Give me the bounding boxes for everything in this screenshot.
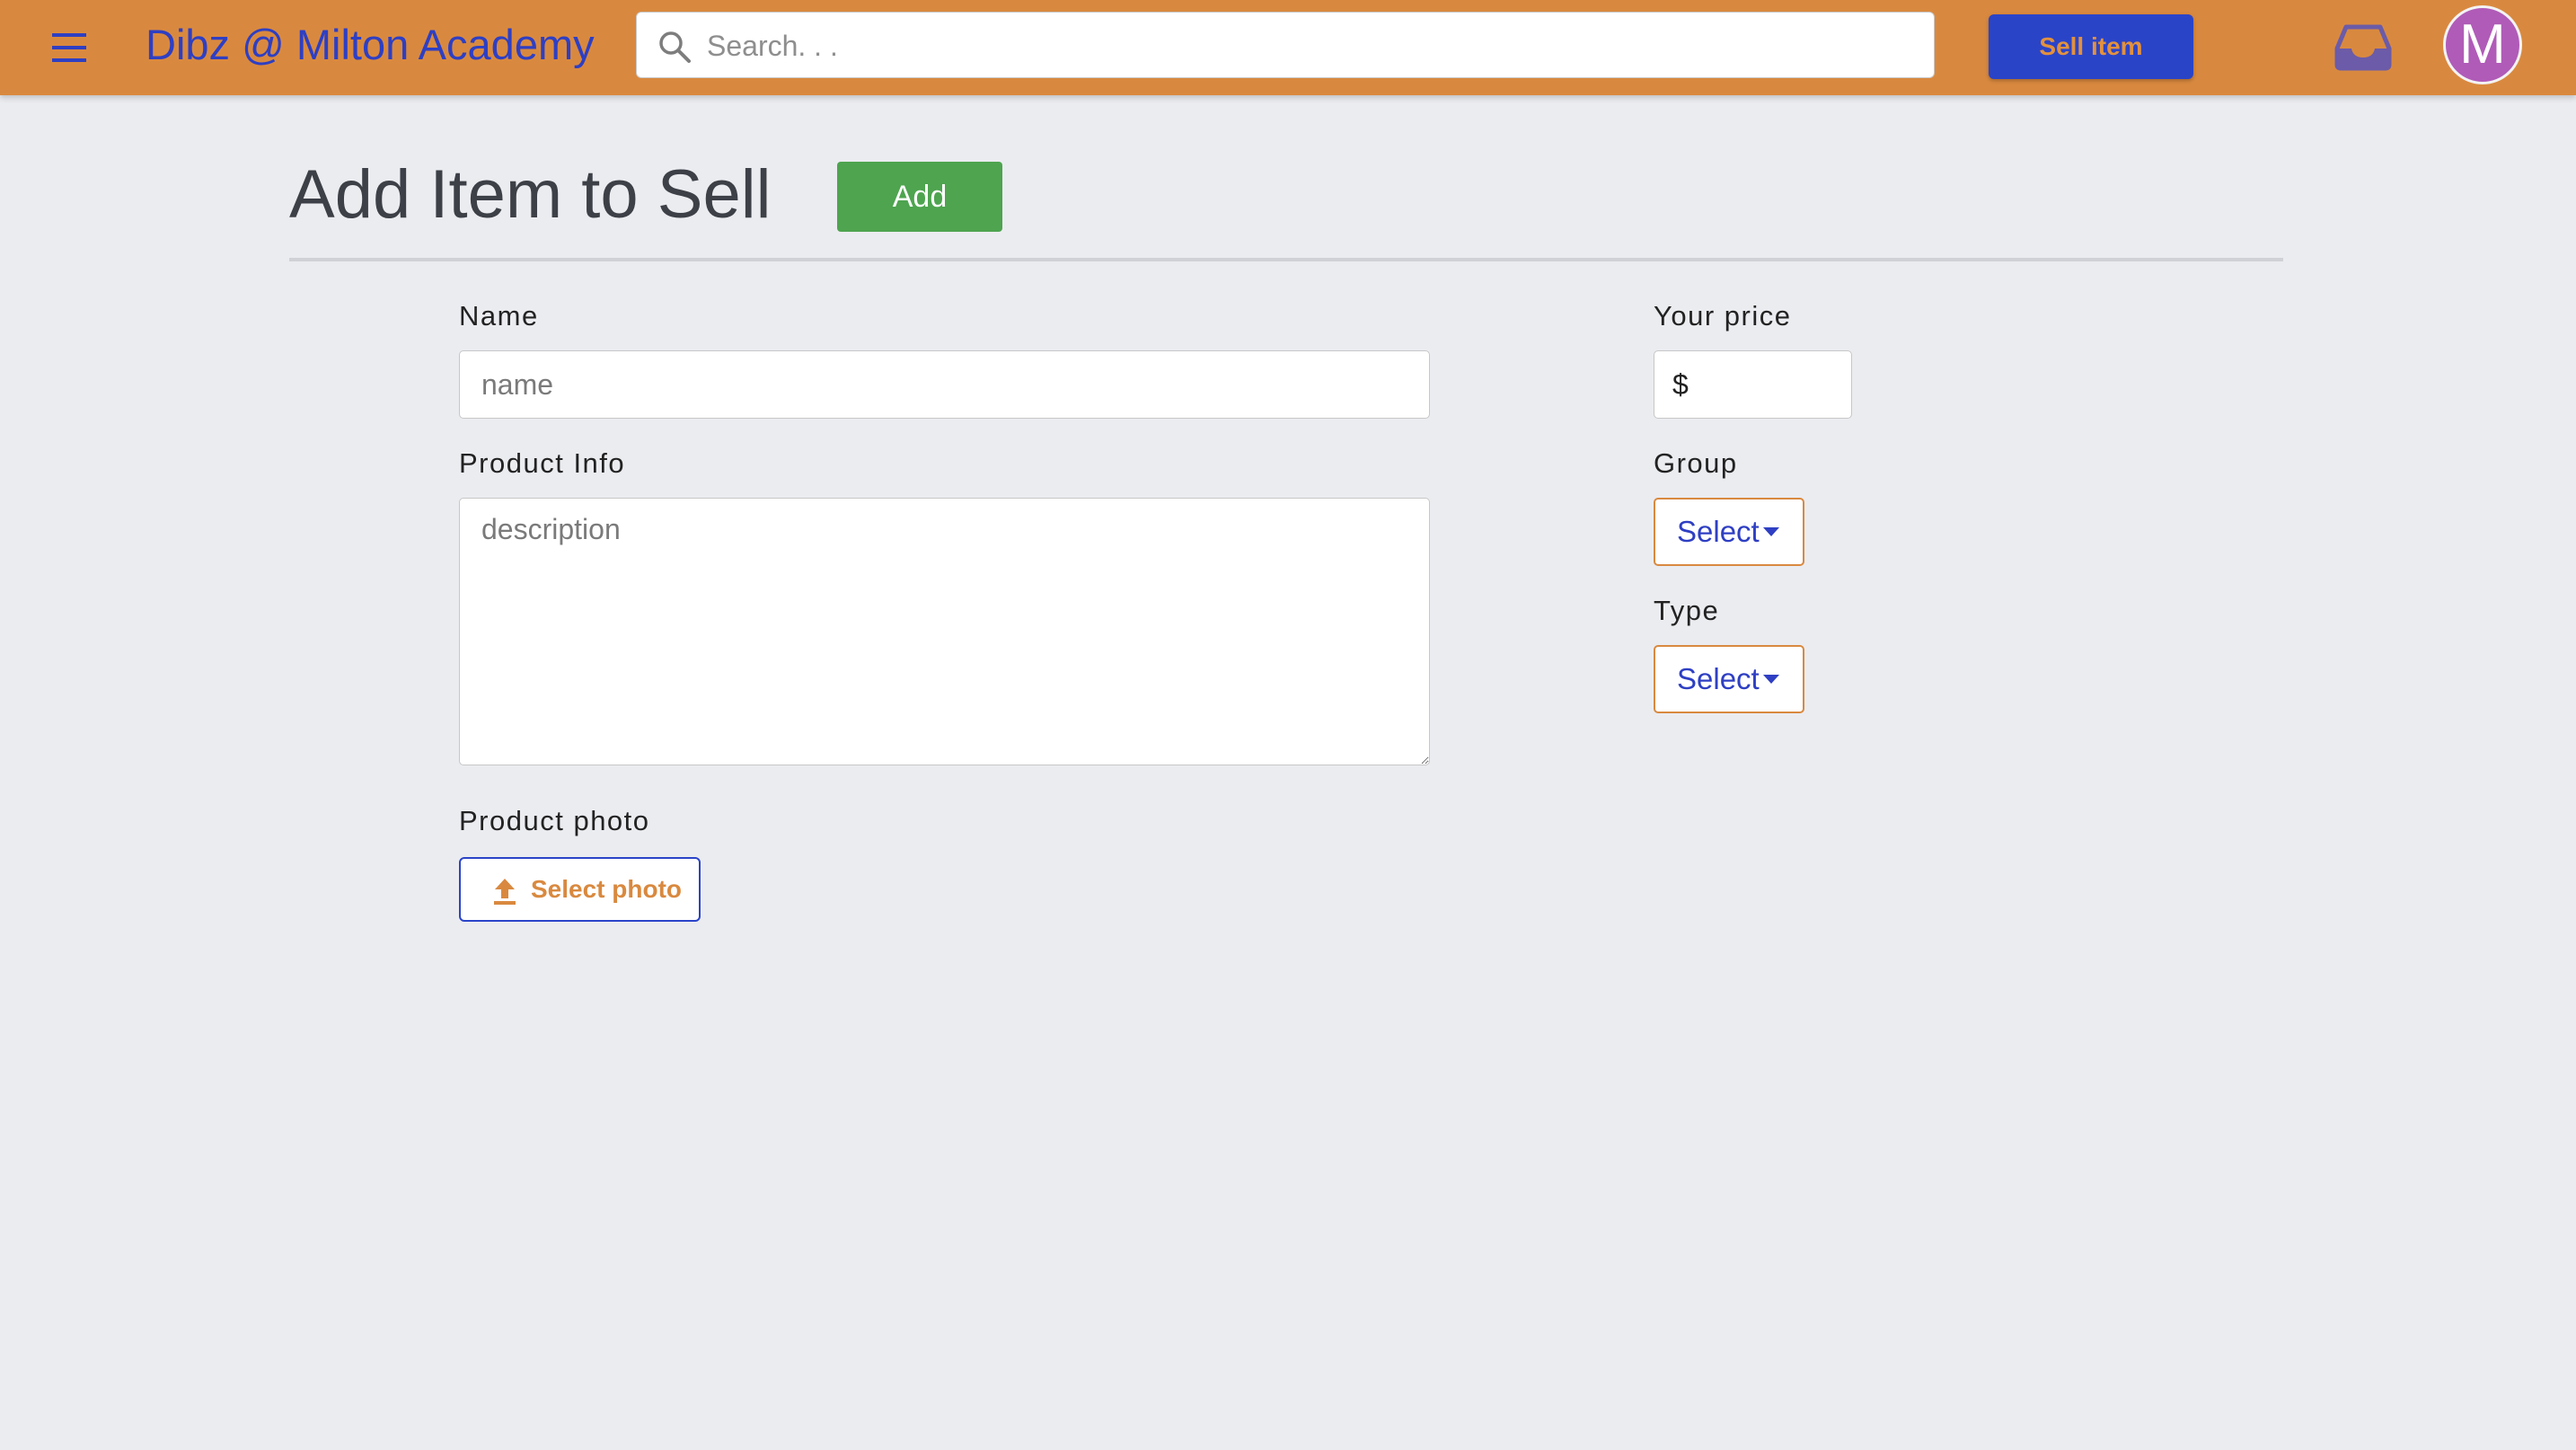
add-button[interactable]: Add: [837, 162, 1002, 232]
top-navigation-bar: Dibz @ Milton Academy Sell item M: [0, 0, 2576, 95]
app-brand-title[interactable]: Dibz @ Milton Academy: [146, 18, 595, 72]
select-photo-label: Select photo: [531, 875, 683, 903]
currency-symbol: $: [1672, 368, 1689, 401]
user-avatar[interactable]: M: [2443, 5, 2522, 84]
product-info-textarea[interactable]: [459, 498, 1430, 765]
upload-icon: [491, 877, 518, 906]
product-info-label: Product Info: [459, 447, 626, 479]
group-select-dropdown[interactable]: Select: [1654, 498, 1804, 566]
type-select-dropdown[interactable]: Select: [1654, 645, 1804, 713]
group-label: Group: [1654, 447, 1738, 479]
hamburger-menu-icon[interactable]: [47, 29, 92, 66]
caret-down-icon: [1763, 527, 1779, 536]
caret-down-icon: [1763, 675, 1779, 684]
search-input[interactable]: [705, 13, 1912, 79]
price-field: $: [1654, 350, 1852, 420]
search-icon: [657, 29, 693, 65]
name-input[interactable]: [459, 350, 1430, 419]
product-photo-label: Product photo: [459, 805, 650, 836]
group-select-value: Select: [1677, 515, 1760, 548]
type-label: Type: [1654, 595, 1720, 626]
page-title: Add Item to Sell: [289, 156, 772, 233]
price-label: Your price: [1654, 300, 1792, 332]
header-divider: [289, 258, 2283, 261]
price-input[interactable]: [1699, 351, 1847, 420]
search-bar: [636, 12, 1935, 79]
select-photo-button[interactable]: Select photo: [459, 857, 701, 922]
inbox-tray-icon[interactable]: [2333, 22, 2393, 72]
sell-item-button[interactable]: Sell item: [1989, 14, 2193, 79]
type-select-value: Select: [1677, 662, 1760, 695]
name-label: Name: [459, 300, 539, 332]
